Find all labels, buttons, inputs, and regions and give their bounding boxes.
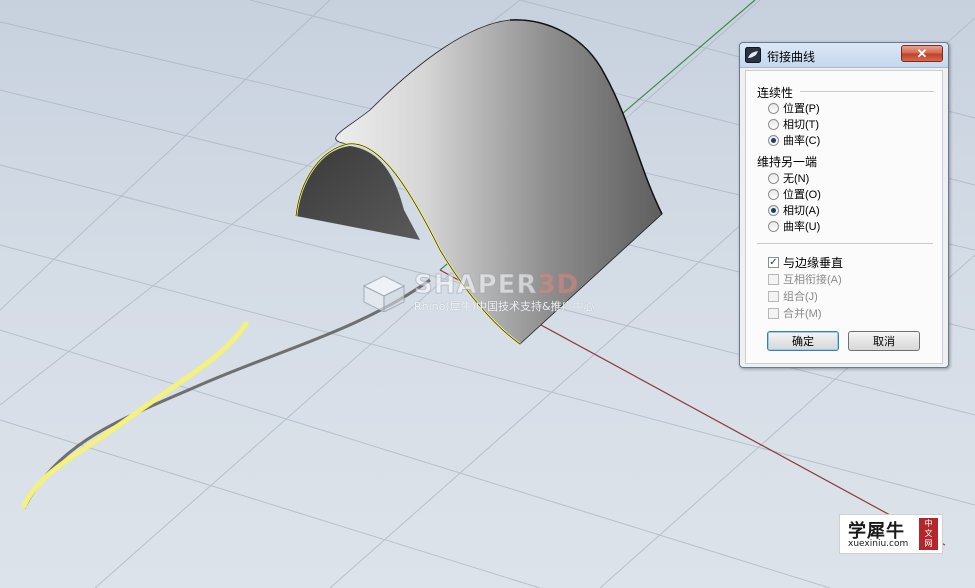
badge-seal: 中 文 网 xyxy=(919,518,938,550)
dialog-title: 衔接曲线 xyxy=(767,50,816,64)
radio-maintain-none[interactable]: 无(N) xyxy=(768,171,809,185)
radio-indicator xyxy=(768,188,779,200)
shaper3d-logo-icon xyxy=(362,275,406,312)
checkbox-label: 合并(M) xyxy=(783,308,822,320)
badge-seal-char: 网 xyxy=(924,539,933,548)
dialog-panel: 连续性 位置(P) 相切(T) 曲率(C) 维持另一端 无(N) 位置(O) 相… xyxy=(745,70,943,364)
radio-indicator xyxy=(768,134,779,146)
badge-url: xuexiniu.com xyxy=(848,539,909,549)
rhino-app-icon xyxy=(745,47,761,63)
checkbox-match-each-other[interactable]: 互相衔接(A) xyxy=(768,272,842,286)
maintain-other-end-label: 维持另一端 xyxy=(757,155,818,169)
xuexiniu-badge: 学犀牛 xuexiniu.com 中 文 网 xyxy=(839,514,943,554)
radio-label: 位置(P) xyxy=(783,103,820,115)
checkbox-indicator: ✓ xyxy=(768,256,779,268)
checkbox-indicator xyxy=(768,273,779,285)
ok-button[interactable]: 确定 xyxy=(767,331,839,351)
radio-indicator xyxy=(768,102,779,114)
radio-label: 相切(T) xyxy=(783,119,820,131)
watermark-title: SHAPER3D xyxy=(413,270,580,301)
checkbox-label: 与边缘垂直 xyxy=(783,255,844,270)
radio-continuity-position[interactable]: 位置(P) xyxy=(768,101,820,115)
checkbox-perpendicular-to-edge[interactable]: ✓ 与边缘垂直 xyxy=(768,255,844,270)
radio-indicator xyxy=(768,220,779,232)
checkbox-indicator xyxy=(768,307,779,319)
checkbox-merge[interactable]: 合并(M) xyxy=(768,306,822,320)
checkbox-indicator xyxy=(768,290,779,302)
radio-label: 曲率(C) xyxy=(783,135,821,147)
radio-label: 相切(A) xyxy=(783,205,820,217)
match-curve-dialog: 衔接曲线 ✕ 连续性 位置(P) 相切(T) 曲率(C) 维持另一端 无(N) … xyxy=(739,42,949,368)
badge-seal-char: 中 xyxy=(924,519,933,528)
radio-maintain-position[interactable]: 位置(O) xyxy=(768,187,821,201)
radio-continuity-tangent[interactable]: 相切(T) xyxy=(768,117,819,131)
checkbox-join[interactable]: 组合(J) xyxy=(768,289,818,303)
radio-continuity-curvature[interactable]: 曲率(C) xyxy=(768,133,820,147)
group-divider xyxy=(800,91,934,92)
radio-maintain-tangent[interactable]: 相切(A) xyxy=(768,203,820,217)
close-icon: ✕ xyxy=(916,46,928,61)
radio-maintain-curvature[interactable]: 曲率(U) xyxy=(768,219,820,233)
cancel-button[interactable]: 取消 xyxy=(848,331,920,351)
radio-label: 无(N) xyxy=(783,173,810,185)
radio-label: 曲率(U) xyxy=(783,221,821,233)
continuity-label: 连续性 xyxy=(757,86,794,100)
checkbox-label: 组合(J) xyxy=(783,291,818,303)
shaper3d-watermark: SHAPER3D Rhino(犀牛)中国技术支持&推广中心 xyxy=(358,270,628,316)
radio-indicator xyxy=(768,204,779,216)
options-divider xyxy=(757,243,933,244)
radio-indicator xyxy=(768,172,779,184)
radio-label: 位置(O) xyxy=(783,189,821,201)
watermark-subtitle: Rhino(犀牛)中国技术支持&推广中心 xyxy=(414,300,595,313)
dialog-titlebar[interactable]: 衔接曲线 ✕ xyxy=(740,43,948,68)
highlighted-curve xyxy=(21,321,249,509)
close-button[interactable]: ✕ xyxy=(901,45,943,62)
checkbox-label: 互相衔接(A) xyxy=(783,274,842,286)
badge-seal-char: 文 xyxy=(924,529,933,538)
radio-indicator xyxy=(768,118,779,130)
